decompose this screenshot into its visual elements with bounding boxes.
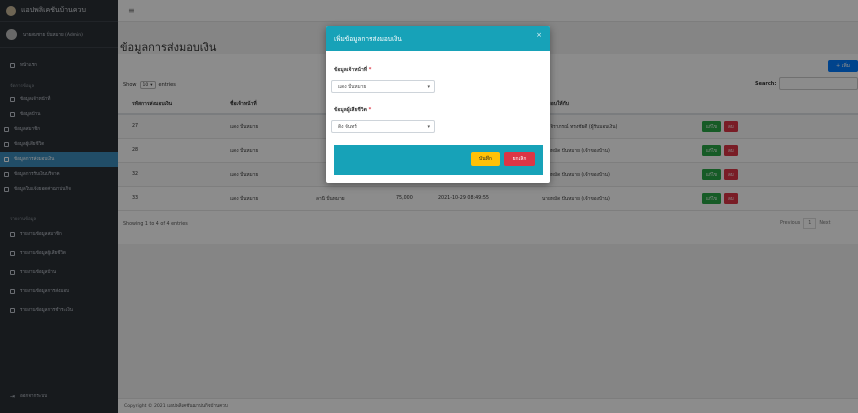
staff-select-value: แดง ปั่นหมาย bbox=[338, 84, 367, 90]
required-marker: * bbox=[368, 107, 372, 113]
deceased-field-label: ข้อมูลผู้เสียชีวิต * bbox=[334, 106, 371, 114]
label-text: ข้อมูลเจ้าหน้าที่ bbox=[334, 67, 368, 73]
cancel-button[interactable]: ยกเลิก bbox=[504, 152, 535, 166]
modal-header: เพิ่มข้อมูลการส่งมอบเงิน × bbox=[326, 26, 550, 51]
deceased-select-value: ดิง จันทร์ bbox=[338, 124, 357, 130]
staff-field-label: ข้อมูลเจ้าหน้าที่ * bbox=[334, 66, 371, 74]
close-icon[interactable]: × bbox=[536, 31, 542, 39]
modal-title: เพิ่มข้อมูลการส่งมอบเงิน bbox=[334, 34, 402, 43]
save-button[interactable]: บันทึก bbox=[471, 152, 500, 166]
required-marker: * bbox=[368, 67, 372, 73]
label-text: ข้อมูลผู้เสียชีวิต bbox=[334, 107, 367, 113]
chevron-down-icon: ▾ bbox=[427, 84, 430, 90]
staff-select[interactable]: แดง ปั่นหมาย ▾ bbox=[331, 80, 435, 93]
chevron-down-icon: ▾ bbox=[427, 124, 430, 130]
deceased-select[interactable]: ดิง จันทร์ ▾ bbox=[331, 120, 435, 133]
